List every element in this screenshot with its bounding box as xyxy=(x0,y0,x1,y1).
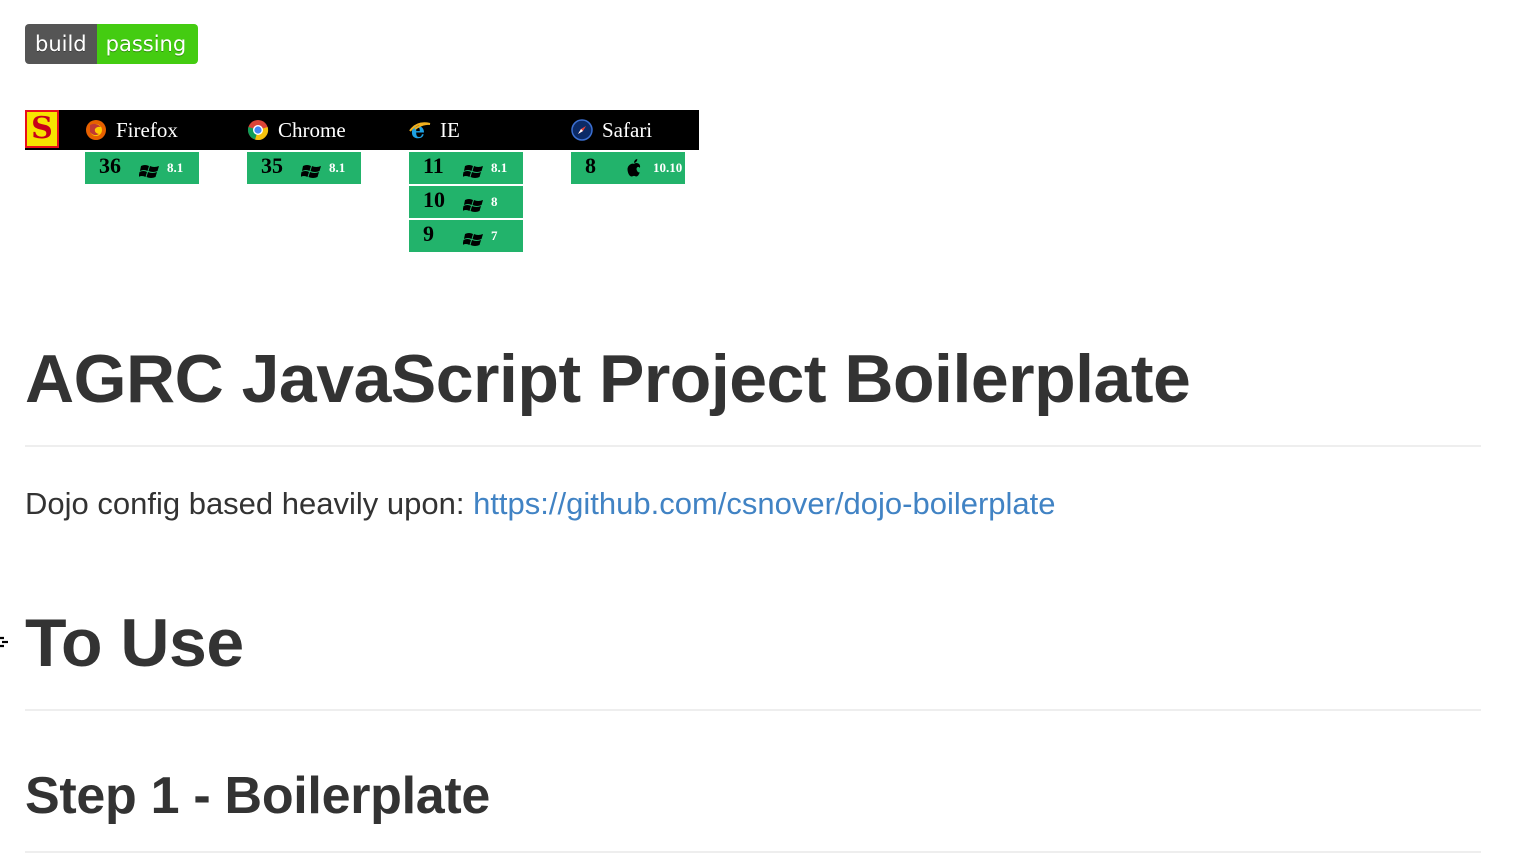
subsection-divider xyxy=(25,851,1481,853)
link-anchor-icon[interactable] xyxy=(0,632,14,652)
windows-icon xyxy=(463,233,483,246)
page-title: AGRC JavaScript Project Boilerplate xyxy=(25,341,1191,417)
section-heading-to-use: To Use xyxy=(25,605,244,681)
browser-header-firefox: Firefox xyxy=(85,110,178,150)
result-cell: 8 10.10 xyxy=(571,150,685,184)
browser-test-matrix[interactable]: S Firefox Chrome e IE Safari 36 8.1 35 8… xyxy=(25,110,699,252)
build-status-badge[interactable]: build passing xyxy=(25,24,199,64)
windows-icon xyxy=(301,165,321,178)
intro-paragraph: Dojo config based heavily upon: https://… xyxy=(25,486,1056,522)
firefox-icon xyxy=(86,120,106,140)
matrix-header: S Firefox Chrome e IE Safari xyxy=(25,110,699,150)
badge-label: build xyxy=(25,24,97,64)
result-cell: 35 8.1 xyxy=(247,150,361,184)
section-heading-step-1: Step 1 - Boilerplate xyxy=(25,767,490,825)
windows-icon xyxy=(139,165,159,178)
ie-icon: e xyxy=(409,119,431,141)
intro-text: Dojo config based heavily upon: xyxy=(25,486,474,521)
browser-name: IE xyxy=(440,117,460,142)
result-cell: 11 8.1 xyxy=(409,150,523,184)
sauce-labs-logo: S xyxy=(25,110,59,148)
chrome-results: 35 8.1 xyxy=(247,150,361,184)
safari-icon xyxy=(571,119,593,141)
ie-results: 11 8.1 10 8 9 7 xyxy=(409,150,523,252)
browser-name: Safari xyxy=(602,117,653,142)
safari-results: 8 10.10 xyxy=(571,150,685,184)
svg-text:e: e xyxy=(411,119,425,141)
firefox-results: 36 8.1 xyxy=(85,150,199,184)
chrome-icon xyxy=(247,120,269,140)
dojo-boilerplate-link[interactable]: https://github.com/csnover/dojo-boilerpl… xyxy=(473,486,1055,521)
result-cell: 10 8 xyxy=(409,184,523,218)
result-cell: 9 7 xyxy=(409,218,523,252)
browser-header-chrome: Chrome xyxy=(247,110,346,150)
section-divider xyxy=(25,709,1481,711)
browser-header-ie: e IE xyxy=(409,110,460,150)
windows-icon xyxy=(463,165,483,178)
browser-name: Firefox xyxy=(116,117,178,142)
windows-icon xyxy=(463,199,483,212)
title-divider xyxy=(25,445,1481,447)
browser-name: Chrome xyxy=(278,117,346,142)
browser-header-safari: Safari xyxy=(571,110,652,150)
apple-icon xyxy=(627,158,641,177)
result-cell: 36 8.1 xyxy=(85,150,199,184)
badge-status: passing xyxy=(96,24,199,64)
